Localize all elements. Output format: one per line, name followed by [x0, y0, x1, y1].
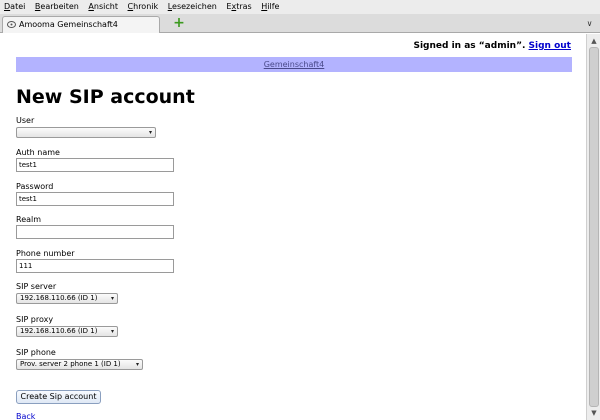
- signed-in-text: Signed in as “admin”.: [413, 41, 526, 51]
- menu-lesezeichen[interactable]: Lesezeichen: [168, 0, 217, 14]
- sip-proxy-label: SIP proxy: [16, 315, 54, 324]
- auth-name-input[interactable]: [16, 158, 174, 172]
- menu-datei[interactable]: Datei: [4, 0, 25, 14]
- sip-phone-select[interactable]: Prov. server 2 phone 1 (ID 1) ▾: [16, 359, 143, 370]
- menu-bearbeiten[interactable]: Bearbeiten: [35, 0, 79, 14]
- chevron-down-icon: ▾: [110, 328, 114, 335]
- menu-extras[interactable]: Extras: [226, 0, 251, 14]
- password-label: Password: [16, 182, 54, 191]
- back-link[interactable]: Back: [16, 412, 35, 420]
- menu-chronik[interactable]: Chronik: [128, 0, 159, 14]
- tenant-bar: Gemeinschaft4: [16, 57, 572, 72]
- tenant-link[interactable]: Gemeinschaft4: [264, 60, 325, 69]
- sip-phone-label: SIP phone: [16, 348, 56, 357]
- sip-server-value: 192.168.110.66 (ID 1): [20, 294, 98, 302]
- signed-in-status: Signed in as “admin”. Sign out: [413, 41, 571, 51]
- chevron-down-icon: ▾: [110, 295, 114, 302]
- phone-number-input[interactable]: [16, 259, 174, 273]
- sip-server-select[interactable]: 192.168.110.66 (ID 1) ▾: [16, 293, 118, 304]
- scroll-thumb[interactable]: [589, 47, 599, 407]
- tab-list-icon[interactable]: ∨: [585, 19, 594, 28]
- password-input[interactable]: [16, 192, 174, 206]
- tab-amooma[interactable]: Amooma Gemeinschaft4: [2, 16, 160, 33]
- auth-name-label: Auth name: [16, 148, 60, 157]
- sip-server-label: SIP server: [16, 282, 57, 291]
- sip-proxy-select[interactable]: 192.168.110.66 (ID 1) ▾: [16, 326, 118, 337]
- menu-hilfe[interactable]: Hilfe: [261, 0, 279, 14]
- sign-out-link[interactable]: Sign out: [529, 41, 571, 51]
- realm-label: Realm: [16, 215, 42, 224]
- new-tab-icon[interactable]: +: [172, 16, 186, 31]
- scroll-down-icon[interactable]: ▼: [588, 407, 600, 419]
- sip-proxy-value: 192.168.110.66 (ID 1): [20, 327, 98, 335]
- menu-ansicht[interactable]: Ansicht: [88, 0, 118, 14]
- tab-bar: Amooma Gemeinschaft4 + ∨: [0, 14, 600, 33]
- user-label: User: [16, 116, 35, 125]
- chevron-down-icon: ▾: [148, 129, 152, 136]
- sip-phone-value: Prov. server 2 phone 1 (ID 1): [20, 360, 121, 368]
- create-sip-account-button[interactable]: Create Sip account: [16, 390, 101, 404]
- tab-title: Amooma Gemeinschaft4: [19, 20, 118, 29]
- page-title: New SIP account: [16, 86, 195, 108]
- realm-input[interactable]: [16, 225, 174, 239]
- vertical-scrollbar[interactable]: ▲ ▼: [586, 34, 600, 420]
- chevron-down-icon: ▾: [135, 361, 139, 368]
- scroll-up-icon[interactable]: ▲: [588, 35, 600, 47]
- site-icon: [7, 21, 16, 28]
- menu-bar: Datei Bearbeiten Ansicht Chronik Lesezei…: [0, 0, 600, 14]
- user-select[interactable]: ▾: [16, 127, 156, 138]
- phone-number-label: Phone number: [16, 249, 75, 258]
